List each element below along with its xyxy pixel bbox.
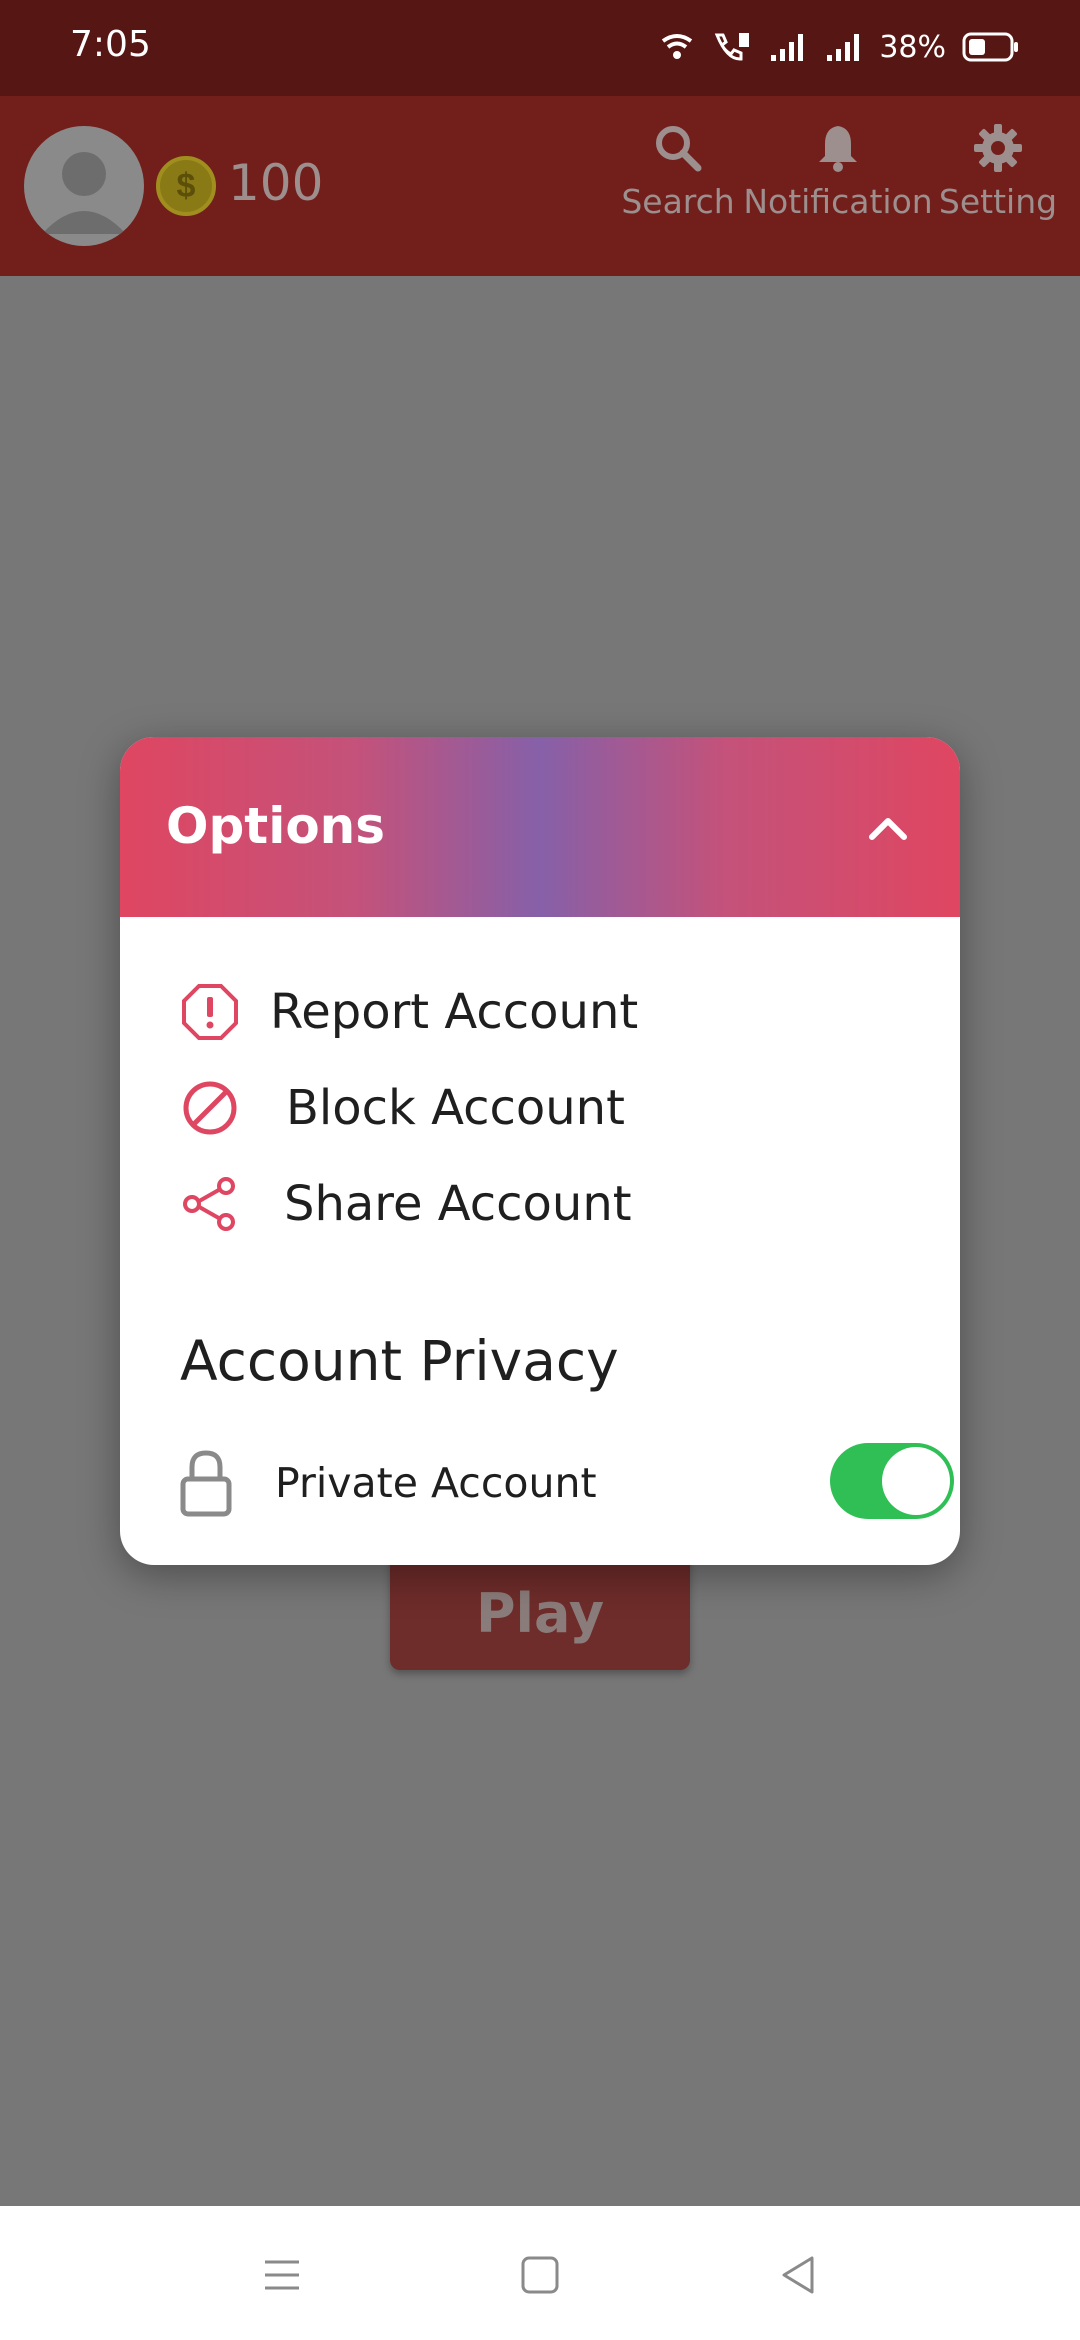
block-account-option[interactable]: Block Account [180,1073,625,1143]
battery-icon [962,32,1018,62]
gear-icon [974,124,1022,172]
block-account-label: Block Account [286,1080,625,1136]
setting-button[interactable]: Setting [938,122,1058,221]
volte-call-icon [715,33,750,61]
chevron-up-icon[interactable] [866,807,910,847]
lock-icon [180,1450,232,1517]
notification-button[interactable]: Notification [743,122,933,221]
wifi-icon [662,34,693,59]
share-account-label: Share Account [284,1176,632,1232]
share-account-option[interactable]: Share Account [180,1169,632,1239]
signal-sim1-icon [771,34,804,61]
notification-label: Notification [743,182,933,221]
search-label: Search [621,182,735,221]
search-button[interactable]: Search [620,122,736,221]
system-nav-bar [0,2206,1080,2340]
report-account-label: Report Account [270,984,639,1040]
share-icon [183,1177,235,1231]
private-account-toggle[interactable] [830,1443,954,1519]
setting-label: Setting [938,182,1058,221]
dialog-header: Options [120,737,960,917]
private-account-label: Private Account [275,1459,597,1507]
play-label: Play [475,1582,605,1645]
options-dialog: Options Report Account Block Account Sha… [120,737,960,1565]
status-icons: 38% [659,22,1020,72]
status-bar: 7:05 38% [0,0,1080,96]
coin-icon: $ [156,156,216,216]
report-account-option[interactable]: Report Account [180,977,638,1047]
toggle-knob [882,1447,950,1515]
privacy-heading: Account Privacy [180,1329,619,1393]
bell-icon [819,126,857,172]
coin-count: 100 [228,154,324,212]
avatar[interactable] [24,126,144,246]
dialog-title: Options [166,797,386,855]
signal-sim2-icon [827,34,860,61]
private-account-row: Private Account [180,1443,954,1523]
menu-icon[interactable] [257,2250,307,2300]
app-bar: $ 100 Search Notification Setting [0,96,1080,276]
search-icon [656,126,702,172]
block-icon [183,1081,237,1135]
back-icon[interactable] [774,2250,824,2300]
status-time: 7:05 [70,24,151,65]
report-icon [182,984,238,1040]
battery-percent: 38% [879,29,946,65]
user-silhouette-icon [42,152,126,234]
home-icon[interactable] [515,2250,565,2300]
